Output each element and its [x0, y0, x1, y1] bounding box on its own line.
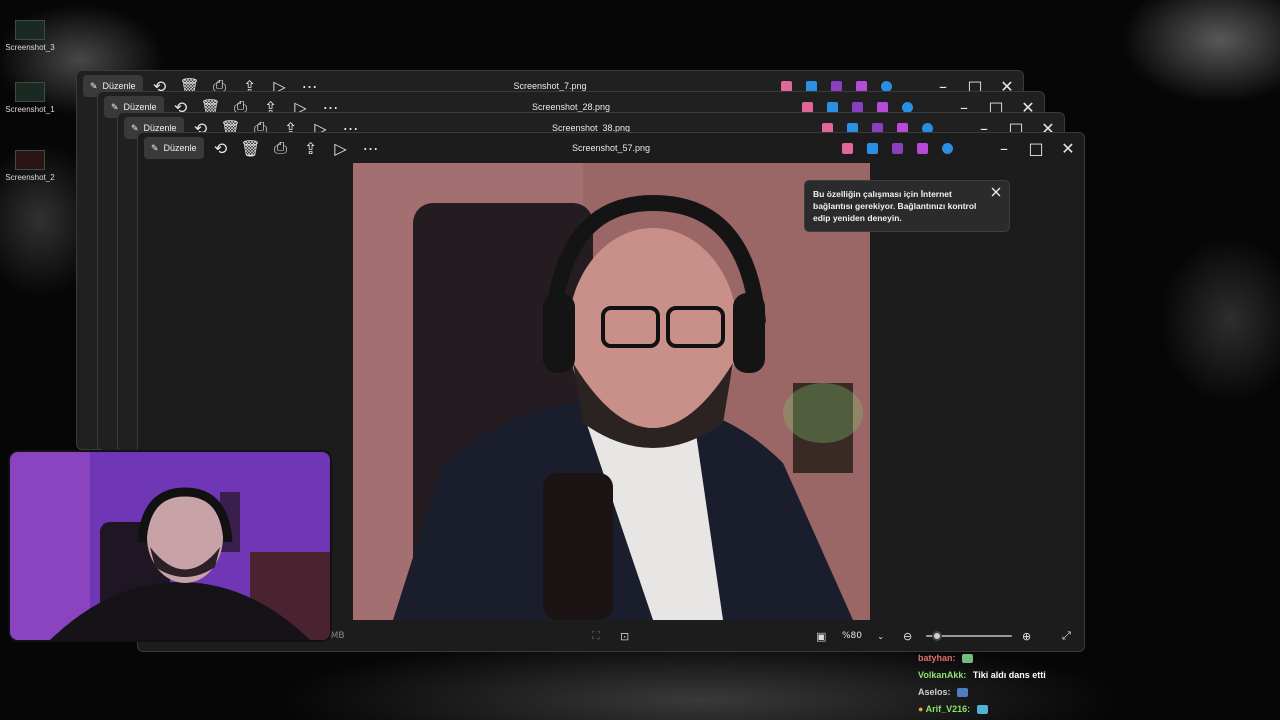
designer-icon[interactable]: [856, 80, 867, 92]
window-title: Screenshot_28.png: [531, 102, 611, 112]
badge-icon: ●: [918, 704, 924, 714]
photo-canvas: [353, 163, 870, 620]
edit-button-label: Düzenle: [163, 143, 197, 153]
zoom-select[interactable]: %80 ⌄: [838, 627, 888, 645]
paint-icon[interactable]: [827, 101, 838, 113]
close-icon[interactable]: [991, 187, 1001, 197]
notification-message: Bu özelliğin çalışması için İnternet bağ…: [813, 189, 977, 223]
fullscreen-icon[interactable]: ⤢: [1062, 629, 1071, 643]
rotate-icon[interactable]: ⟲: [208, 137, 234, 159]
minimize-button[interactable]: –: [988, 133, 1020, 163]
designer-icon[interactable]: [877, 101, 888, 113]
chat-username: batyhan:: [918, 653, 956, 663]
paint-icon[interactable]: [806, 80, 817, 92]
edit-button-label: Düzenle: [102, 81, 136, 91]
clipchamp-icon[interactable]: [831, 80, 842, 92]
chat-text: Tiki aldı dans etti: [972, 670, 1046, 680]
zoom-value: %80: [842, 631, 863, 641]
webcam-feed: [10, 452, 330, 640]
desktop-icon-screenshot-3[interactable]: Screenshot_3: [0, 20, 60, 52]
chat-message: batyhan:: [918, 650, 1278, 667]
desktop-icon-label: Screenshot_3: [5, 43, 55, 52]
chat-message: Aselos:: [918, 684, 1278, 701]
zoom-in-icon[interactable]: ⊕: [1022, 630, 1031, 643]
emote-icon: [957, 688, 969, 698]
zoom-out-icon[interactable]: ⊖: [903, 630, 912, 643]
chat-username: Arif_V216:: [925, 704, 971, 714]
maximize-button[interactable]: □: [1020, 133, 1052, 163]
paint-icon[interactable]: [867, 142, 878, 154]
edit-icon: ✎: [151, 142, 159, 153]
chat-username: Aselos:: [918, 687, 951, 697]
image-file-icon: [15, 150, 45, 170]
emote-icon: [962, 654, 974, 664]
zoom-slider[interactable]: [926, 629, 1012, 643]
image-file-icon: [15, 82, 45, 102]
offline-notification: Bu özelliğin çalışması için İnternet bağ…: [804, 180, 1010, 232]
onedrive-icon[interactable]: [881, 80, 892, 92]
designer-icon[interactable]: [917, 142, 928, 154]
webcam-overlay: [8, 450, 332, 642]
onedrive-icon[interactable]: [902, 101, 913, 113]
stream-chat: batyhan: VolkanAkk: Tiki aldı dans etti …: [918, 650, 1278, 718]
window-title: Screenshot_57.png: [571, 143, 651, 153]
chevron-down-icon: ⌄: [877, 631, 884, 641]
emote-icon: [976, 705, 988, 715]
person-photo: [353, 163, 870, 620]
fit-icon[interactable]: ⛶: [592, 629, 600, 643]
desktop-icon-label: Screenshot_1: [5, 105, 55, 114]
actual-size-icon[interactable]: ⊡: [620, 630, 629, 643]
copilot-icon[interactable]: [781, 80, 792, 92]
onedrive-icon[interactable]: [942, 142, 953, 154]
zoom-slider-thumb[interactable]: [932, 631, 942, 641]
slideshow-icon[interactable]: ▷: [328, 137, 354, 159]
edit-icon: ✎: [90, 80, 98, 91]
edit-button-label: Düzenle: [123, 102, 157, 112]
print-icon[interactable]: ⎙: [268, 137, 294, 159]
more-icon[interactable]: ⋯: [358, 137, 384, 159]
screen-icon[interactable]: ▣: [816, 630, 826, 643]
edit-icon: ✎: [131, 122, 139, 133]
desktop-icon-screenshot-1[interactable]: Screenshot_1: [0, 82, 60, 114]
edit-icon: ✎: [111, 101, 119, 112]
edit-button[interactable]: ✎ Düzenle: [144, 137, 204, 159]
close-button[interactable]: ✕: [1052, 133, 1084, 163]
share-icon[interactable]: ⇪: [298, 137, 324, 159]
desktop-icon-screenshot-2[interactable]: Screenshot_2: [0, 150, 60, 182]
clipchamp-icon[interactable]: [852, 101, 863, 113]
desktop-icon-label: Screenshot_2: [5, 173, 55, 182]
copilot-icon[interactable]: [802, 101, 813, 113]
chat-username: VolkanAkk:: [918, 670, 967, 680]
delete-icon[interactable]: 🗑: [238, 137, 264, 159]
copilot-icon[interactable]: [842, 142, 853, 154]
chat-message: VolkanAkk: Tiki aldı dans etti: [918, 667, 1278, 684]
clipchamp-icon[interactable]: [892, 142, 903, 154]
chat-message: ● Arif_V216:: [918, 701, 1278, 718]
image-file-icon: [15, 20, 45, 40]
window-title: Screenshot_7.png: [513, 81, 587, 91]
